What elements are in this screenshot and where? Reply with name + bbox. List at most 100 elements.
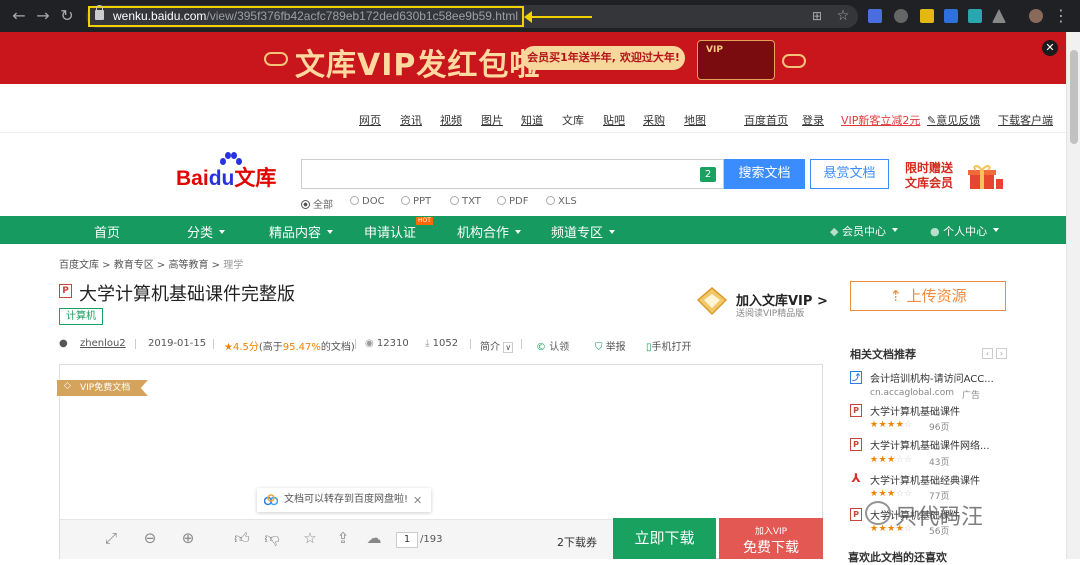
extension-icon[interactable] <box>968 9 982 23</box>
category-tag[interactable]: 计算机 <box>59 308 103 325</box>
breadcrumb-item[interactable]: 百度文库 <box>59 260 99 271</box>
bookmark-star-icon[interactable]: ☆ <box>834 7 852 25</box>
toplink-login[interactable]: 登录 <box>802 112 824 128</box>
favorite-star-icon[interactable]: ☆ <box>302 530 318 546</box>
forward-icon[interactable]: → <box>34 7 52 25</box>
related-doc-title[interactable]: 大学计算机基础经典课件 <box>870 472 980 487</box>
intro-toggle[interactable]: 简介 ∨ <box>480 338 514 353</box>
url-path: /view/395f376fb42acfc789eb172ded630b1c58… <box>206 9 518 23</box>
profile-avatar[interactable] <box>1029 9 1043 23</box>
related-doc-title[interactable]: 大学计算机基础课件网络... <box>870 437 990 452</box>
toplink-images[interactable]: 图片 <box>481 112 503 128</box>
toplink-wenku[interactable]: 文库 <box>562 112 584 128</box>
breadcrumb-item[interactable]: 教育专区 <box>114 260 154 271</box>
page-scrollbar[interactable] <box>1066 32 1080 559</box>
close-icon[interactable]: ✕ <box>1042 40 1058 56</box>
toplink-video[interactable]: 视频 <box>440 112 462 128</box>
downloads: ⤓ 1052 <box>425 338 458 349</box>
reload-icon[interactable]: ↻ <box>58 7 76 25</box>
ad-title[interactable]: 会计培训机构-请访问ACC... <box>870 370 994 385</box>
cloud-save-icon[interactable]: ☁ <box>366 530 382 546</box>
extension-icon[interactable] <box>920 9 934 23</box>
search-input[interactable] <box>301 159 724 189</box>
vip-promo[interactable]: 限时赠送 文库会员 <box>905 161 953 191</box>
rating-score: 4.5分 <box>232 342 259 353</box>
translate-icon[interactable]: ⊞ <box>808 7 826 25</box>
lock-icon[interactable] <box>95 5 104 20</box>
rating: ★4.5分(高于95.47%的文档) <box>224 338 355 353</box>
save-to-pan-toast[interactable]: 文档可以转存到百度网盘啦! <box>257 488 431 512</box>
toplink-map[interactable]: 地图 <box>684 112 706 128</box>
filter-doc[interactable]: DOC <box>350 196 385 207</box>
chevron-down-icon <box>219 230 226 234</box>
url-text[interactable]: wenku.baidu.com/view/395f376fb42acfc789e… <box>113 9 518 23</box>
filter-pdf[interactable]: PDF <box>497 196 528 207</box>
filter-ppt[interactable]: PPT <box>401 196 431 207</box>
toplink-tieba[interactable]: 贴吧 <box>603 112 625 128</box>
filter-all[interactable]: 全部 <box>301 196 333 211</box>
watermark-text: 只代码汪 <box>895 505 984 530</box>
nav-home[interactable]: 首页 <box>94 222 120 241</box>
download-coupons: 2下载券 <box>557 536 597 549</box>
pdf-file-icon: ⅄ <box>851 471 861 485</box>
views: ◉ 12310 <box>365 338 409 349</box>
zoom-in-icon[interactable]: ⊕ <box>180 530 196 546</box>
toplink-zhidao[interactable]: 知道 <box>521 112 543 128</box>
claim-link[interactable]: © 认领 <box>536 338 569 353</box>
nav-categories[interactable]: 分类 <box>187 222 226 241</box>
prev-page-icon[interactable]: ‹ <box>982 348 993 359</box>
breadcrumb-item[interactable]: 理学 <box>223 260 243 271</box>
chevron-down-icon <box>515 230 522 234</box>
next-page-icon[interactable]: › <box>996 348 1007 359</box>
vip-card-icon: VIP <box>697 40 775 80</box>
related-doc-title[interactable]: 大学计算机基础课件 <box>870 403 960 418</box>
page-number-input[interactable]: 1 <box>396 532 418 548</box>
nav-certification[interactable]: 申请认证 <box>364 222 416 241</box>
breadcrumb-item[interactable]: 高等教育 <box>169 260 209 271</box>
extension-icon[interactable] <box>992 9 1006 23</box>
toplink-vip-offer[interactable]: VIP新客立减2元 <box>841 112 920 128</box>
extension-icon[interactable] <box>894 9 908 23</box>
nav-channels[interactable]: 频道专区 <box>551 222 616 241</box>
vip-free-download-button[interactable]: 加入VIP 免费下载 <box>719 518 823 559</box>
logo-du: du <box>208 167 235 190</box>
nav-partners[interactable]: 机构合作 <box>457 222 522 241</box>
scrollbar-thumb[interactable] <box>1070 50 1078 144</box>
filter-label: TXT <box>462 196 481 207</box>
upload-resource-button[interactable]: ⇡ 上传资源 <box>850 281 1006 311</box>
toplink-news[interactable]: 资讯 <box>400 112 422 128</box>
promo-banner[interactable]: 文库VIP发红包啦 会员买1年送半年, 欢迎过大年! VIP ✕ <box>0 32 1066 84</box>
fullscreen-icon[interactable]: ⤢ <box>103 530 119 546</box>
ppt-file-icon: P <box>850 438 862 451</box>
toplink-caigou[interactable]: 采购 <box>643 112 665 128</box>
download-now-button[interactable]: 立即下载 <box>613 518 716 559</box>
nav-member-center[interactable]: ◆ 会员中心 <box>830 223 898 239</box>
author-link[interactable]: zhenlou2 <box>80 338 126 349</box>
search-documents-button[interactable]: 搜索文档 <box>724 159 805 189</box>
extension-icon[interactable] <box>944 9 958 23</box>
zoom-out-icon[interactable]: ⊖ <box>142 530 158 546</box>
toplink-feedback[interactable]: ✎意见反馈 <box>927 112 980 128</box>
upload-label: 上传资源 <box>906 287 967 305</box>
nav-premium[interactable]: 精品内容 <box>269 222 334 241</box>
user-icon: ● <box>59 338 68 349</box>
baidu-wenku-logo[interactable]: Baidu文库 <box>176 162 276 192</box>
menu-icon[interactable]: ⋮ <box>1052 7 1070 25</box>
nav-personal-center[interactable]: ● 个人中心 <box>930 223 1000 239</box>
toplink-download-client[interactable]: 下载客户端 <box>998 112 1053 128</box>
filter-label: 全部 <box>313 200 333 211</box>
toplink-web[interactable]: 网页 <box>359 112 381 128</box>
share-icon[interactable]: ⇪ <box>335 530 351 546</box>
filter-txt[interactable]: TXT <box>450 196 481 207</box>
bounty-documents-button[interactable]: 悬赏文档 <box>810 159 889 189</box>
mobile-open-link[interactable]: ▯手机打开 <box>646 338 692 353</box>
back-icon[interactable]: ← <box>10 7 28 25</box>
report-link[interactable]: ⛉ 举报 <box>595 338 626 353</box>
radio-icon <box>546 196 555 205</box>
toplink-baidu-home[interactable]: 百度首页 <box>744 112 788 128</box>
filter-xls[interactable]: XLS <box>546 196 577 207</box>
thumbs-down-icon[interactable]: 👎︎ <box>264 530 280 546</box>
close-icon[interactable]: ✕ <box>413 494 422 507</box>
thumbs-up-icon[interactable]: 👍︎ <box>234 530 250 546</box>
extension-icon[interactable] <box>868 9 882 23</box>
